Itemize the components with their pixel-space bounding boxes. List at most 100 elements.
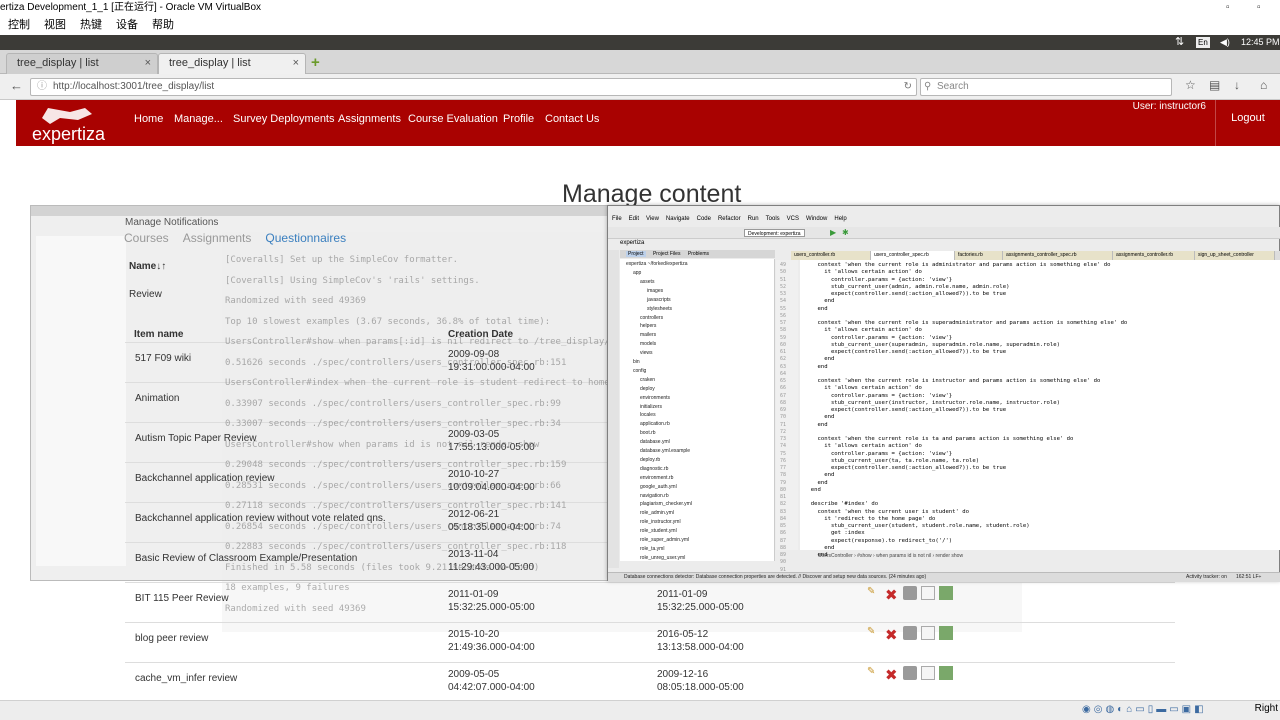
run-icon[interactable]: ▶ (830, 228, 836, 237)
debug-icon[interactable]: ✱ (842, 228, 849, 237)
nav-profile[interactable]: Profile (503, 113, 534, 125)
cursor-position[interactable]: 162:51 LF÷ (1236, 573, 1261, 582)
name-sort-header[interactable]: Name↓↑ (129, 261, 166, 272)
code-editor[interactable]: context 'when the current role is admini… (800, 260, 1280, 558)
reload-icon[interactable]: ↻ (904, 79, 912, 95)
tree-item[interactable]: craken (640, 377, 655, 383)
vbox-menu-control[interactable]: 控制 (8, 19, 30, 31)
nav-course-evaluation[interactable]: Course Evaluation (408, 113, 498, 125)
ide-menu-item[interactable]: Refactor (718, 216, 741, 222)
new-tab-icon[interactable]: + (311, 54, 320, 71)
tree-item[interactable]: mailers (640, 332, 656, 338)
editor-breadcrumb[interactable]: UsersController › #show › when params id… (818, 553, 963, 559)
tree-root[interactable]: expertiza ~/forked/expertiza (626, 261, 688, 267)
editor-tab[interactable]: assignments_controller_spec.rb (1003, 251, 1113, 260)
ide-menu-item[interactable]: File (612, 216, 622, 222)
ide-menu-item[interactable]: Run (748, 216, 759, 222)
tree-item[interactable]: diagnostic.rb (640, 466, 668, 472)
browser-tab-2[interactable]: tree_display | list × (158, 53, 306, 74)
tree-item[interactable]: javascripts (647, 297, 671, 303)
tree-item[interactable]: locales (640, 412, 656, 418)
item-name[interactable]: BIT 115 Peer Review (135, 593, 229, 604)
ide-menu-item[interactable]: Code (697, 216, 711, 222)
network-icon[interactable]: ⇅ (1175, 35, 1184, 50)
close-icon[interactable]: × (293, 54, 299, 73)
home-icon[interactable]: ⌂ (1260, 78, 1267, 92)
copy-icon[interactable] (921, 666, 935, 680)
nav-home[interactable]: Home (134, 113, 163, 125)
ide-menu-item[interactable]: Navigate (666, 216, 690, 222)
tree-item[interactable]: application.rb (640, 421, 670, 427)
tab-courses[interactable]: Courses (124, 231, 169, 245)
panel-tab-project-files[interactable]: Project Files (653, 251, 681, 257)
editor-tab[interactable]: assignments_controller.rb (1113, 251, 1195, 260)
view-icon[interactable] (939, 666, 953, 680)
tree-item[interactable]: stylesheets (647, 306, 672, 312)
tree-item[interactable]: role_ta.yml (640, 546, 664, 552)
tree-item[interactable]: role_super_admin.yml (640, 537, 689, 543)
nav-manage[interactable]: Manage... (174, 113, 223, 125)
tree-item[interactable]: environments (640, 395, 670, 401)
tree-item[interactable]: google_auth.yml (640, 484, 677, 490)
tab-assignments[interactable]: Assignments (183, 231, 252, 245)
delete-icon[interactable]: ✖ (885, 666, 899, 684)
tree-item[interactable]: bin (633, 359, 640, 365)
back-icon[interactable]: ← (10, 78, 23, 93)
tree-item[interactable]: role_student.yml (640, 528, 677, 534)
vbox-menu-hotkey[interactable]: 热键 (80, 19, 102, 31)
ide-menu-item[interactable]: Edit (629, 216, 639, 222)
run-config-select[interactable]: Development: expertiza (744, 229, 805, 237)
tab-questionnaires[interactable]: Questionnaires (265, 231, 346, 245)
panel-tab-problems[interactable]: Problems (688, 251, 709, 257)
editor-tab[interactable]: sign_up_sheet_controller (1195, 251, 1275, 260)
tree-item[interactable]: images (647, 288, 663, 294)
status-message[interactable]: Database connections detector: Database … (624, 574, 926, 580)
edit-icon[interactable]: ✎ (867, 666, 881, 680)
vbox-menu-view[interactable]: 视图 (44, 19, 66, 31)
ide-menu-item[interactable]: Window (806, 216, 827, 222)
ide-menu-item[interactable]: Help (834, 216, 846, 222)
tree-item[interactable]: config (633, 368, 646, 374)
bookmarks-list-icon[interactable]: ▤ (1209, 78, 1220, 92)
lock-icon[interactable] (903, 666, 917, 680)
close-icon[interactable]: × (145, 54, 151, 73)
item-name[interactable]: 517 F09 wiki (135, 353, 191, 364)
device-status-icons[interactable]: ◉◎◍◐⌂▭▯▬▭▣◧ (1082, 704, 1207, 715)
download-icon[interactable]: ↓ (1234, 78, 1240, 92)
tree-item[interactable]: views (640, 350, 653, 356)
bookmark-star-icon[interactable]: ☆ (1185, 78, 1196, 92)
tree-item[interactable]: role_admin.yml (640, 510, 674, 516)
tree-item[interactable]: initializers (640, 404, 662, 410)
keyboard-indicator[interactable]: En (1196, 37, 1210, 48)
tree-item[interactable]: navigation.rb (640, 493, 669, 499)
editor-tab[interactable]: factories.rb (955, 251, 1003, 260)
editor-tab[interactable]: users_controller_spec.rb (871, 251, 955, 260)
item-name[interactable]: cache_vm_infer review (135, 673, 237, 684)
ide-menu-item[interactable]: Tools (766, 216, 780, 222)
editor-tab[interactable]: users_controller.rb (791, 251, 871, 260)
tree-item[interactable]: assets (640, 279, 654, 285)
logout-button[interactable]: Logout (1215, 100, 1280, 146)
tree-item[interactable]: deploy.rb (640, 457, 660, 463)
tree-item[interactable]: database.yml.example (640, 448, 690, 454)
ide-menu-item[interactable]: View (646, 216, 659, 222)
restore-icon[interactable]: ▫ (1257, 0, 1261, 16)
clock[interactable]: 12:45 PM (1241, 35, 1280, 50)
url-bar[interactable]: ⓘ http://localhost:3001/tree_display/lis… (30, 78, 917, 96)
tree-item[interactable]: boot.rb (640, 430, 656, 436)
nav-contact-us[interactable]: Contact Us (545, 113, 599, 125)
tree-item[interactable]: models (640, 341, 656, 347)
browser-tab-1[interactable]: tree_display | list × (6, 53, 158, 74)
item-name[interactable]: blog peer review (135, 633, 208, 644)
table-row[interactable]: cache_vm_infer review 2009-05-05 04:42:07… (125, 662, 1175, 702)
nav-assignments[interactable]: Assignments (338, 113, 401, 125)
panel-tab-project[interactable]: Project (626, 251, 646, 257)
tree-item[interactable]: plagiarism_checker.yml (640, 501, 692, 507)
vbox-menu-help[interactable]: 帮助 (152, 19, 174, 31)
tree-item[interactable]: deploy (640, 386, 655, 392)
tree-item[interactable]: role_instructor.yml (640, 519, 681, 525)
tree-item[interactable]: helpers (640, 323, 656, 329)
page-info-icon[interactable]: ⓘ (37, 79, 47, 95)
expertiza-logo[interactable]: expertiza (30, 104, 130, 144)
vbox-menu-devices[interactable]: 设备 (116, 19, 138, 31)
